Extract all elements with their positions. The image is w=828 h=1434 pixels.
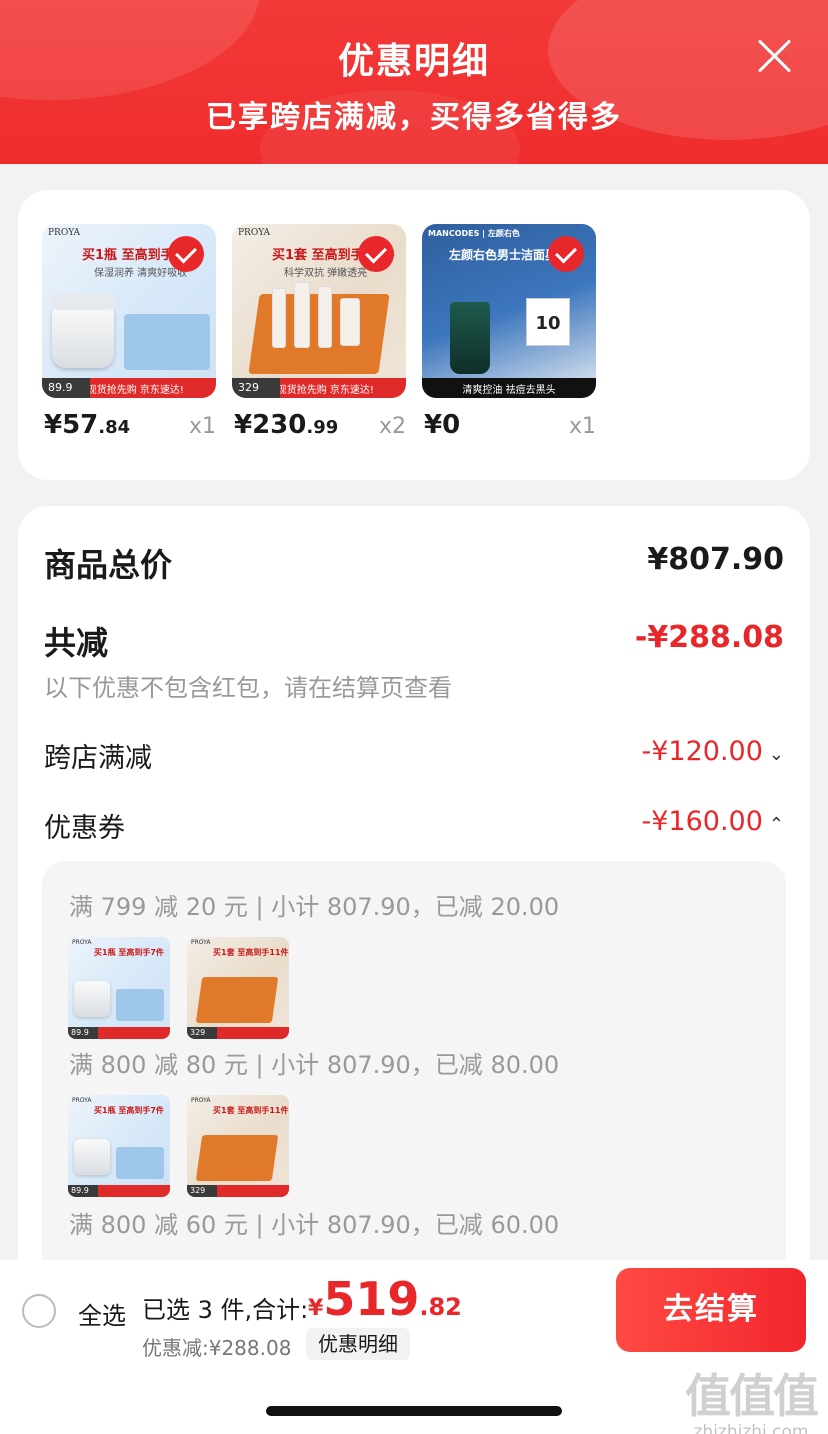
page-subtitle: 已享跨店满减，买得多省得多 (206, 100, 622, 135)
mini-product-thumbnail: PROYA 买1套 至高到手11件 329 (187, 937, 289, 1039)
checked-icon[interactable] (548, 236, 584, 272)
coupon-card-image: 10 (526, 298, 570, 346)
product-set-image (195, 1135, 279, 1181)
selected-products-card: PROYA 买1瓶 至高到手7件 保湿润养 清爽好吸收 38现货抢先购 京东速达… (18, 190, 810, 480)
product-thumbnail[interactable]: PROYA 买1瓶 至高到手7件 保湿润养 清爽好吸收 38现货抢先购 京东速达… (42, 224, 216, 398)
header: 优惠明细 已享跨店满减，买得多省得多 (0, 0, 828, 164)
coupon-label[interactable]: 优惠券 (44, 806, 125, 845)
cross-store-row[interactable]: -¥120.00 ⌄ (642, 736, 785, 767)
home-indicator[interactable] (266, 1406, 562, 1416)
product-price: ¥57.84 (44, 410, 130, 440)
product-tube-image (450, 302, 490, 374)
checked-icon[interactable] (168, 236, 204, 272)
cross-store-value: -¥120.00 (641, 736, 763, 767)
total-price-value: ¥807.90 (647, 542, 784, 577)
coupon-row[interactable]: -¥160.00 ⌃ (642, 806, 785, 837)
product-quantity: x2 (378, 414, 406, 439)
price-decimal: .99 (306, 417, 339, 438)
coupon-value: -¥160.00 (641, 806, 763, 837)
product-bottle-image (340, 298, 360, 346)
chevron-up-icon[interactable]: ⌃ (769, 814, 784, 835)
discount-detail-button[interactable]: 优惠明细 (306, 1328, 410, 1360)
coupon-detail-line: 满 800 减 60 元 | 小计 807.90，已减 60.00 (69, 1211, 560, 1239)
promo-text: 买1瓶 至高到手7件 (94, 1106, 164, 1115)
thumb-price-tag: 89.9 (68, 1185, 98, 1197)
watermark-logo: 值值值 (685, 1369, 819, 1423)
discount-note: 以下优惠不包含红包，请在结算页查看 (44, 674, 452, 702)
promo-text: 买1瓶 至高到手7件 (94, 948, 164, 957)
thumb-price-tag: 329 (232, 378, 280, 398)
product-mask-image (116, 1147, 164, 1179)
brand-logo: PROYA (48, 228, 80, 238)
product-bottle-image (294, 282, 310, 348)
product-jar-image (74, 981, 110, 1017)
product-mask-image (116, 989, 164, 1021)
product-jar-image (74, 1139, 110, 1175)
product-bottle-image (272, 288, 286, 348)
checkout-bar: 全选 已选 3 件,合计: ¥519.82 优惠减:¥288.08 优惠明细 去… (0, 1260, 828, 1434)
product-mask-image (124, 314, 210, 370)
total-reduction-label: 共减 (44, 624, 109, 662)
mini-product-thumbnail: PROYA 买1套 至高到手11件 329 (187, 1095, 289, 1197)
product-thumbnail[interactable]: PROYA 买1套 至高到手11件 科学双抗 弹嫩透亮 38现货抢先购 京东速达… (232, 224, 406, 398)
mini-product-thumbnail: PROYA 买1瓶 至高到手7件 89.9 (68, 937, 170, 1039)
total-currency: ¥ (308, 1296, 324, 1321)
product-bottle-image (318, 286, 332, 348)
total-integer: 519 (323, 1272, 420, 1326)
thumb-banner: 清爽控油 祛痘去黑头 (422, 378, 596, 398)
promo-text: 买1套 至高到手11件 (213, 1106, 289, 1115)
product-quantity: x1 (188, 414, 216, 439)
total-reduction-value: -¥288.08 (634, 620, 784, 655)
product-item[interactable]: PROYA 买1套 至高到手11件 科学双抗 弹嫩透亮 38现货抢先购 京东速达… (232, 224, 406, 440)
product-jar-image (50, 294, 116, 368)
coupon-detail-line: 满 800 减 80 元 | 小计 807.90，已减 80.00 (69, 1051, 560, 1079)
total-amount: ¥519.82 (308, 1272, 462, 1326)
coupon-detail-line: 满 799 减 20 元 | 小计 807.90，已减 20.00 (69, 893, 560, 921)
discount-amount-text: 优惠减:¥288.08 (142, 1336, 292, 1360)
brand-logo: MANCODES | 左颜右色 (428, 229, 520, 238)
brand-logo: PROYA (72, 939, 92, 946)
site-watermark: 值值值 zhizhizhi.com (676, 1360, 826, 1434)
select-all-radio[interactable] (22, 1294, 56, 1328)
select-all-label[interactable]: 全选 (78, 1296, 126, 1331)
price-decimal: .84 (98, 417, 131, 438)
product-price: ¥0 (424, 410, 460, 440)
selected-count-text: 已选 3 件,合计: (142, 1296, 309, 1324)
watermark-url: zhizhizhi.com (693, 1422, 809, 1434)
brand-logo: PROYA (238, 228, 270, 238)
thumb-banner-text: 清爽控油 祛痘去黑头 (462, 385, 556, 396)
checked-icon[interactable] (358, 236, 394, 272)
product-item[interactable]: PROYA 买1瓶 至高到手7件 保湿润养 清爽好吸收 38现货抢先购 京东速达… (42, 224, 216, 440)
brand-logo: PROYA (72, 1097, 92, 1104)
promo-subtext: 科学双抗 弹嫩透亮 (284, 268, 368, 279)
price-integer: ¥57 (44, 410, 99, 440)
promo-text: 买1套 至高到手11件 (213, 948, 289, 957)
product-quantity: x1 (568, 414, 596, 439)
mini-product-thumbnail: PROYA 买1瓶 至高到手7件 89.9 (68, 1095, 170, 1197)
total-decimal: .82 (419, 1293, 462, 1321)
chevron-down-icon[interactable]: ⌄ (769, 744, 784, 765)
price-integer: ¥230 (234, 410, 307, 440)
thumb-price-tag: 329 (187, 1185, 217, 1197)
thumb-price-tag: 329 (187, 1027, 217, 1039)
close-icon[interactable] (754, 36, 794, 76)
cross-store-label[interactable]: 跨店满减 (44, 736, 152, 775)
checkout-button[interactable]: 去结算 (616, 1268, 806, 1352)
product-item[interactable]: MANCODES | 左颜右色 左颜右色男士洁面星品 10 清爽控油 祛痘去黑头… (422, 224, 596, 440)
product-thumbnail[interactable]: MANCODES | 左颜右色 左颜右色男士洁面星品 10 清爽控油 祛痘去黑头 (422, 224, 596, 398)
thumb-price-tag: 89.9 (42, 378, 90, 398)
product-price: ¥230.99 (234, 410, 338, 440)
brand-logo: PROYA (191, 1097, 211, 1104)
price-integer: ¥0 (424, 410, 461, 440)
thumb-price-tag: 89.9 (68, 1027, 98, 1039)
product-set-image (195, 977, 279, 1023)
brand-logo: PROYA (191, 939, 211, 946)
page-title: 优惠明细 (337, 41, 490, 82)
total-price-label: 商品总价 (44, 546, 173, 584)
